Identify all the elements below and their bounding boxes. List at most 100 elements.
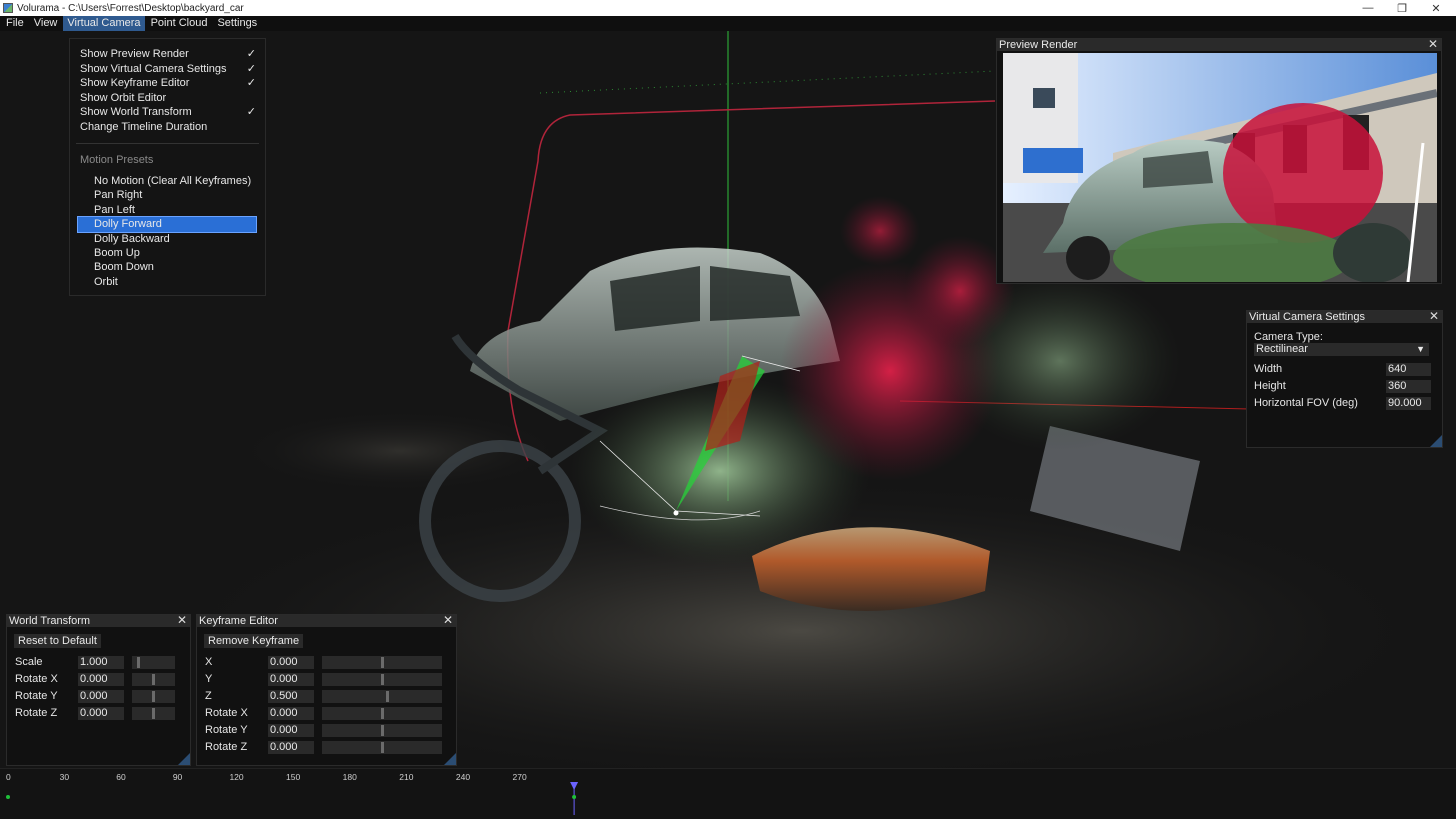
panel-title-bar[interactable]: World Transform ✕ [7,614,190,627]
maximize-button[interactable]: ❐ [1384,0,1420,16]
rotate-y-input[interactable]: 0.000 [78,690,124,703]
menu-settings[interactable]: Settings [213,16,261,31]
rotate-y-label: Rotate Y [15,690,58,702]
kf-y-label: Y [205,673,213,685]
kf-x-slider[interactable] [322,656,442,669]
preview-render-image [1003,53,1437,282]
preset-boom-up[interactable]: Boom Up [78,246,256,260]
checkmark-icon: ✓ [246,62,256,75]
menu-virtual-camera[interactable]: Virtual Camera [63,16,145,31]
menu-show-preview-render[interactable]: Show Preview Render ✓ [70,47,265,62]
preset-pan-right[interactable]: Pan Right [78,188,256,202]
height-label: Height [1254,380,1286,392]
rotate-y-slider[interactable] [132,690,175,703]
kf-x-label: X [205,656,213,668]
reset-to-default-button[interactable]: Reset to Default [14,634,101,648]
menu-change-timeline-duration[interactable]: Change Timeline Duration [70,120,265,135]
kf-rotate-x-label: Rotate X [205,707,248,719]
menu-item-label: Show Virtual Camera Settings [80,62,227,75]
slider-knob[interactable] [152,691,155,702]
keyframe-editor-panel: Keyframe Editor ✕ Remove Keyframe X 0.00… [196,614,457,766]
close-icon[interactable]: ✕ [443,614,453,626]
panel-title-bar[interactable]: Keyframe Editor ✕ [197,614,456,627]
fov-input[interactable]: 90.000 [1386,397,1431,410]
preset-boom-down[interactable]: Boom Down [78,260,256,274]
panel-title: Preview Render [999,39,1078,51]
resize-grip-icon[interactable] [178,753,190,765]
menu-show-virtual-camera-settings[interactable]: Show Virtual Camera Settings ✓ [70,62,265,77]
slider-knob[interactable] [380,674,384,685]
window-title: Volurama - C:\Users\Forrest\Desktop\back… [17,2,244,14]
menu-separator [76,143,259,144]
panel-title: Keyframe Editor [199,615,278,627]
preset-dolly-backward[interactable]: Dolly Backward [78,232,256,246]
checkmark-icon: ✓ [246,48,256,60]
menu-show-keyframe-editor[interactable]: Show Keyframe Editor ✓ [70,76,265,91]
kf-y-input[interactable]: 0.000 [268,673,314,686]
close-icon[interactable]: ✕ [1428,38,1438,50]
scale-slider[interactable] [132,656,175,669]
kf-rotate-x-input[interactable]: 0.000 [268,707,314,720]
close-icon[interactable]: ✕ [177,614,187,626]
virtual-camera-menu: Show Preview Render ✓ Show Virtual Camer… [69,38,266,296]
menu-show-world-transform[interactable]: Show World Transform ✓ [70,105,265,120]
height-input[interactable]: 360 [1386,380,1431,393]
rotate-z-label: Rotate Z [15,707,58,719]
preset-pan-left[interactable]: Pan Left [78,203,256,217]
kf-rotate-z-slider[interactable] [322,741,442,754]
preset-dolly-forward[interactable]: Dolly Forward [77,216,257,233]
menu-show-orbit-editor[interactable]: Show Orbit Editor [70,91,265,106]
rotate-z-slider[interactable] [132,707,175,720]
rotate-x-input[interactable]: 0.000 [78,673,124,686]
rotate-z-input[interactable]: 0.000 [78,707,124,720]
world-transform-panel: World Transform ✕ Reset to Default Scale… [6,614,191,766]
kf-z-input[interactable]: 0.500 [268,690,314,703]
menu-view[interactable]: View [30,16,62,31]
keyframe-markers[interactable] [6,795,577,799]
panel-title: Virtual Camera Settings [1249,311,1365,323]
kf-rotate-y-slider[interactable] [322,724,442,737]
menu-item-label: Change Timeline Duration [80,120,208,133]
preset-no-motion[interactable]: No Motion (Clear All Keyframes) [78,174,256,188]
kf-rotate-z-input[interactable]: 0.000 [268,741,314,754]
scale-input[interactable]: 1.000 [78,656,124,669]
preset-orbit[interactable]: Orbit [78,275,256,289]
kf-x-input[interactable]: 0.000 [268,656,314,669]
timeline[interactable]: 0 30 60 90 120 150 180 210 240 270 [0,768,1456,819]
kf-z-slider[interactable] [322,690,442,703]
close-icon[interactable]: ✕ [1429,310,1439,322]
panel-title: World Transform [9,615,91,627]
playhead-handle-icon[interactable] [570,782,579,790]
slider-knob[interactable] [136,657,140,668]
slider-knob[interactable] [380,708,384,719]
keyframe-dot[interactable] [6,795,10,799]
menubar: File View Virtual Camera Point Cloud Set… [0,16,1456,31]
kf-y-slider[interactable] [322,673,442,686]
slider-knob[interactable] [380,742,384,753]
kf-rotate-x-slider[interactable] [322,707,442,720]
window-titlebar: Volurama - C:\Users\Forrest\Desktop\back… [0,0,1456,16]
slider-knob[interactable] [152,674,155,685]
slider-knob[interactable] [152,708,155,719]
kf-rotate-y-input[interactable]: 0.000 [268,724,314,737]
slider-knob[interactable] [380,657,384,668]
menu-item-label: Show World Transform [80,106,192,118]
slider-knob[interactable] [380,725,384,736]
panel-title-bar[interactable]: Preview Render ✕ [997,38,1441,51]
virtual-camera-settings-panel: Virtual Camera Settings ✕ Camera Type: R… [1246,310,1443,448]
menu-point-cloud[interactable]: Point Cloud [147,16,212,31]
menu-file[interactable]: File [2,16,28,31]
app-window: Volurama - C:\Users\Forrest\Desktop\back… [0,0,1456,819]
rotate-x-slider[interactable] [132,673,175,686]
camera-type-select[interactable]: Rectilinear ▼ [1254,343,1429,356]
panel-title-bar[interactable]: Virtual Camera Settings ✕ [1247,310,1442,323]
resize-grip-icon[interactable] [1430,435,1442,447]
minimize-button[interactable]: — [1350,0,1386,16]
close-window-button[interactable]: ✕ [1418,0,1454,16]
resize-grip-icon[interactable] [444,753,456,765]
remove-keyframe-button[interactable]: Remove Keyframe [204,634,304,648]
slider-knob[interactable] [386,691,390,702]
width-input[interactable]: 640 [1386,363,1431,376]
keyframe-dot[interactable] [572,795,577,799]
menu-item-label: Show Preview Render [80,48,189,60]
